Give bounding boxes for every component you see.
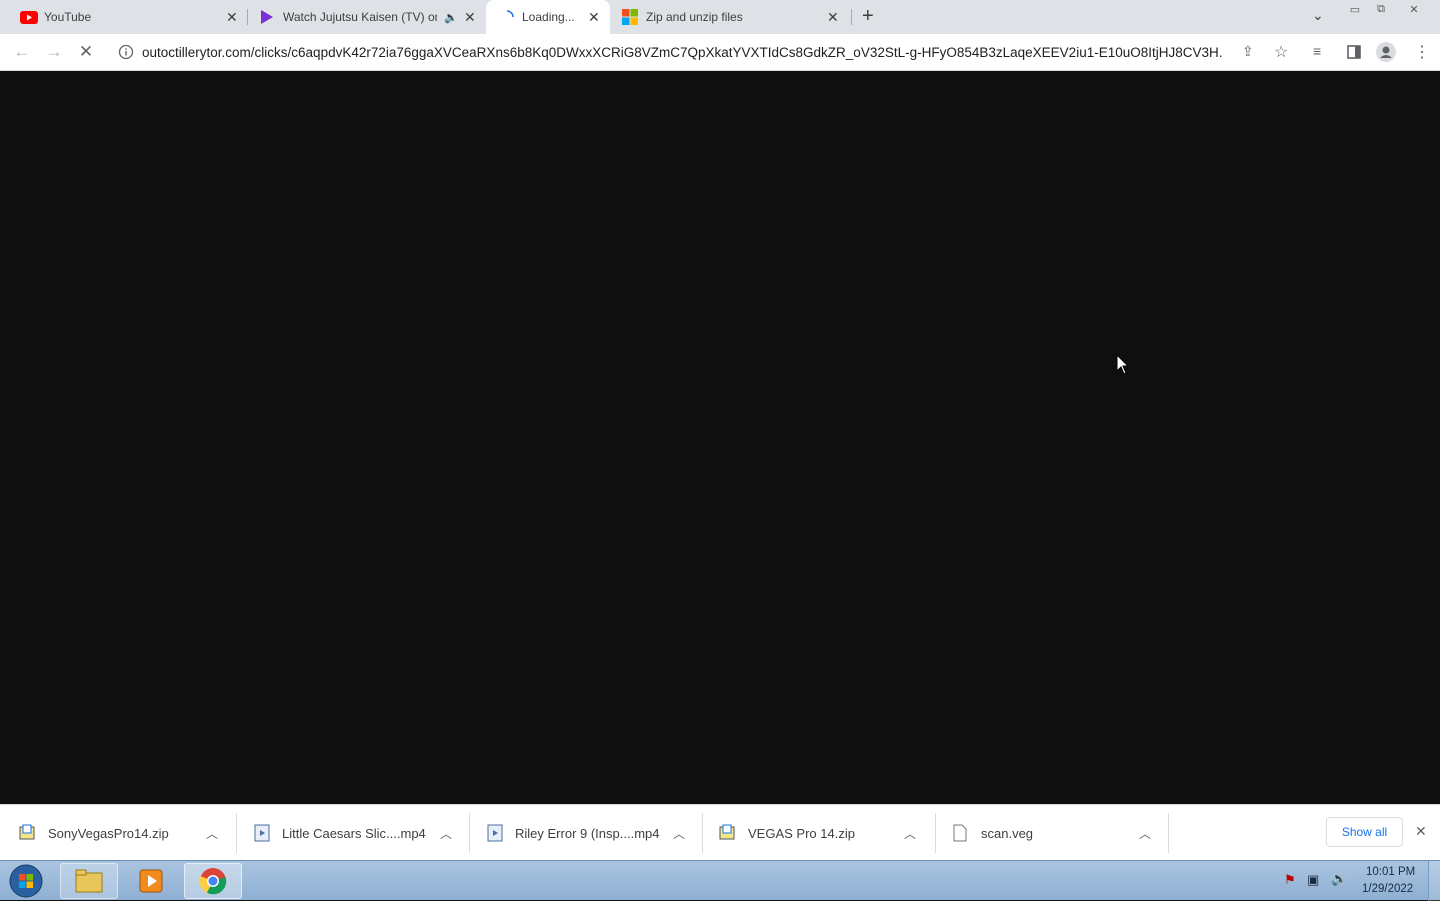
file-icon [953,824,967,842]
close-icon[interactable]: ✕ [226,9,238,26]
chevron-up-icon[interactable]: ︿ [206,825,218,842]
divider [702,813,703,853]
divider [935,813,936,853]
taskbar-media-player-button[interactable] [122,863,180,899]
new-tab-icon[interactable]: + [862,5,874,28]
profile-avatar-icon[interactable] [1376,42,1396,62]
tab-jujutsu-kaisen[interactable]: Watch Jujutsu Kaisen (TV) on 🔈 ✕ [248,0,484,34]
zip-file-icon [19,824,35,840]
url-text[interactable]: outoctillerytor.com/clicks/c6aqpdvK42r72… [142,45,1222,60]
divider [236,813,237,853]
chevron-up-icon[interactable]: ︿ [440,825,452,842]
download-filename: Riley Error 9 (Insp....mp4 [515,825,660,841]
download-item[interactable]: scan.veg ︿ [953,805,1168,861]
info-icon[interactable] [118,44,134,60]
mouse-cursor-icon [1116,354,1130,375]
microsoft-icon [622,9,638,25]
share-icon[interactable]: ⇪ [1242,43,1254,60]
close-icon[interactable]: ✕ [464,9,476,26]
minimize-button[interactable]: ▭ [1342,0,1368,18]
chevron-up-icon[interactable]: ︿ [904,825,916,842]
show-all-button[interactable]: Show all [1326,817,1403,847]
restore-button[interactable]: ⧉ [1368,0,1394,18]
close-window-button[interactable]: ✕ [1400,0,1428,18]
stop-loading-icon[interactable]: ✕ [74,40,98,64]
windows-logo-icon [9,864,43,898]
tab-strip: YouTube ✕ Watch Jujutsu Kaisen (TV) on 🔈… [0,0,1440,34]
back-arrow-icon[interactable]: ← [10,40,34,64]
address-bar[interactable]: outoctillerytor.com/clicks/c6aqpdvK42r72… [108,38,1300,67]
media-player-icon [139,869,163,893]
youtube-icon [20,10,38,24]
download-item[interactable]: SonyVegasPro14.zip ︿ [18,805,236,861]
close-icon[interactable]: ✕ [588,9,600,26]
side-panel-icon[interactable] [1347,45,1361,59]
action-center-flag-icon[interactable]: ⚑ [1284,872,1296,888]
folder-icon [75,869,103,893]
download-filename: Little Caesars Slic....mp4 [282,825,426,841]
download-filename: VEGAS Pro 14.zip [748,825,855,841]
chevron-up-icon[interactable]: ︿ [1139,825,1151,842]
chrome-icon [199,868,227,895]
speaker-muted-icon[interactable]: 🔈 [444,11,458,24]
tab-loading[interactable]: Loading... ✕ [486,0,610,34]
video-file-icon [254,824,270,842]
taskbar-explorer-button[interactable] [60,863,118,899]
tab-divider [851,9,852,25]
forward-arrow-icon[interactable]: → [42,40,66,64]
download-item[interactable]: Little Caesars Slic....mp4 ︿ [254,805,469,861]
tab-title: YouTube [44,10,92,24]
divider [469,813,470,853]
media-control-icon[interactable]: ≡ [1313,43,1321,59]
chevron-up-icon[interactable]: ︿ [673,825,685,842]
tab-zip-unzip[interactable]: Zip and unzip files ✕ [612,0,850,34]
show-desktop-button[interactable] [1428,861,1440,901]
tab-title: Zip and unzip files [646,10,743,24]
taskbar-chrome-button[interactable] [184,863,242,899]
close-icon[interactable]: ✕ [827,9,839,26]
tab-youtube[interactable]: YouTube ✕ [8,0,246,34]
windows-taskbar: ⚑ ▣ 🔊 10:01 PM 1/29/2022 [0,860,1440,901]
divider [1168,813,1169,853]
clock-date[interactable]: 1/29/2022 [1362,883,1413,895]
volume-icon[interactable]: 🔊 [1331,871,1347,887]
video-file-icon [487,824,503,842]
bookmark-star-icon[interactable]: ☆ [1274,42,1288,62]
download-item[interactable]: Riley Error 9 (Insp....mp4 ︿ [487,805,702,861]
tab-title: Watch Jujutsu Kaisen (TV) on [283,10,437,24]
download-filename: SonyVegasPro14.zip [48,825,169,841]
downloads-bar: SonyVegasPro14.zip ︿ Little Caesars Slic… [0,804,1440,860]
close-downloads-icon[interactable]: ✕ [1415,823,1427,840]
browser-toolbar: ← → ✕ outoctillerytor.com/clicks/c6aqpdv… [0,34,1440,71]
menu-kebab-icon[interactable]: ⋮ [1414,42,1430,62]
download-item[interactable]: VEGAS Pro 14.zip ︿ [718,805,935,861]
clock-time[interactable]: 10:01 PM [1366,866,1415,878]
tab-title: Loading... [522,10,575,24]
tab-search-chevron-icon[interactable]: ⌄ [1312,7,1324,24]
network-icon[interactable]: ▣ [1307,872,1319,888]
download-filename: scan.veg [981,825,1034,841]
zip-file-icon [719,824,735,840]
page-viewport[interactable] [0,71,1440,804]
play-icon [261,10,273,24]
loading-icon [506,10,514,18]
start-button[interactable] [6,862,46,900]
